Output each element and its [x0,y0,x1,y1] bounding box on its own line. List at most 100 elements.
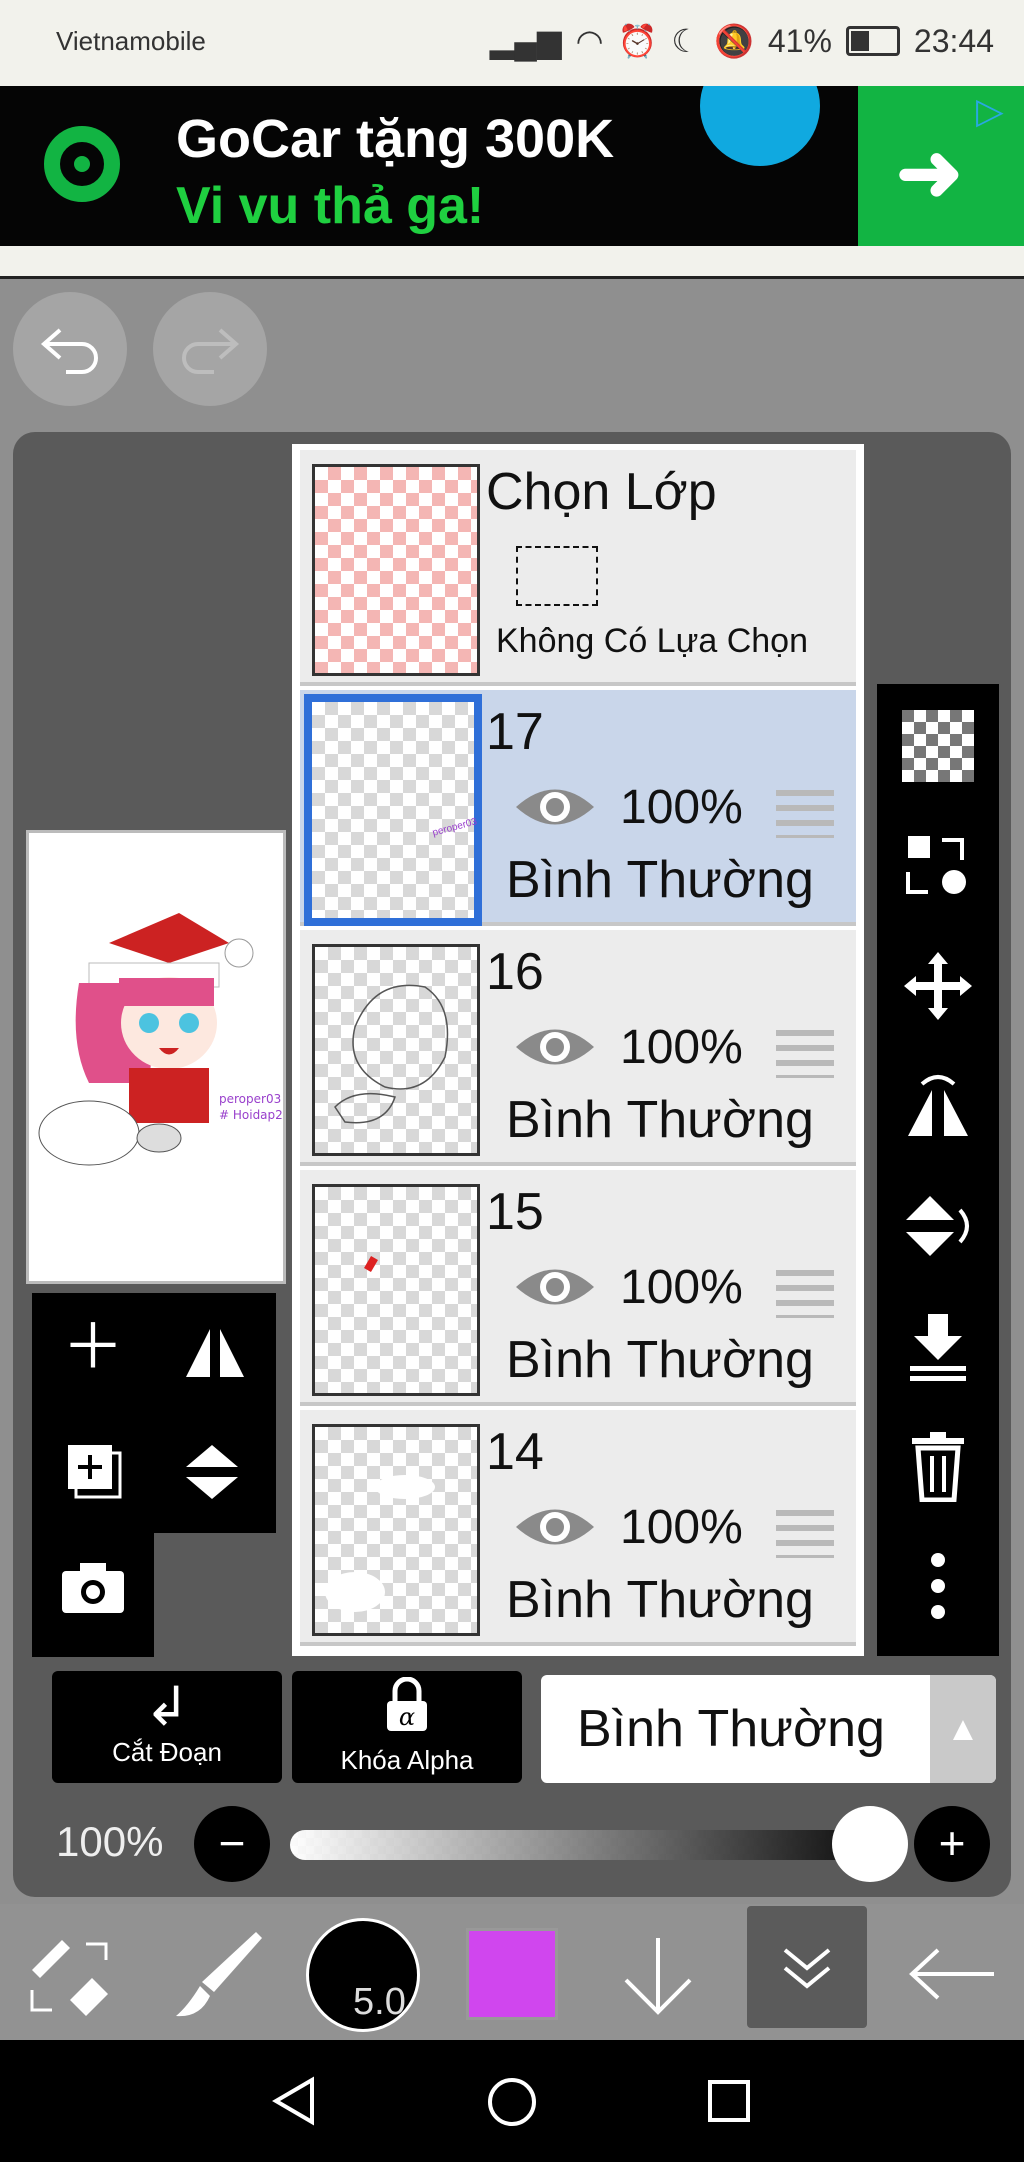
nav-back-icon[interactable] [270,2076,320,2126]
layer-thumbnail [312,1424,480,1636]
triangle-up-icon[interactable]: ▲ [930,1675,996,1783]
ad-banner[interactable]: GoCar tặng 300K Vi vu thả ga! ➜ ▷ [0,86,1024,246]
flip-horizontal-button[interactable] [180,1321,250,1392]
selection-layer-thumbnail [312,464,480,676]
layer-thumbnail [312,1184,480,1396]
selection-layer[interactable]: Chọn Lớp Không Có Lựa Chọn [300,450,856,686]
delete-layer-button[interactable] [899,1430,977,1508]
visibility-eye-icon[interactable] [514,780,596,834]
clipping-arrow-icon: ↲ [144,1677,190,1737]
drag-handle-icon[interactable] [776,1510,834,1558]
merge-down-button[interactable] [899,1310,977,1388]
back-button[interactable] [906,1946,998,2007]
selection-status: Không Có Lựa Chọn [496,622,808,660]
alpha-lock-label: Khóa Alpha [340,1745,474,1775]
brush-size-value: 5.0 [353,1981,406,2023]
brush-icon [176,1932,262,2017]
camera-button[interactable] [60,1559,126,1626]
layer-row[interactable]: peroper03 17 100% Bình Thường [300,690,856,926]
move-arrows-icon [904,952,972,1020]
layer-thumbnail [312,944,480,1156]
svg-text:peroper03: peroper03 [219,1092,281,1106]
visibility-eye-icon[interactable] [514,1020,596,1074]
layer-name: 14 [486,1423,544,1481]
opacity-slider-thumb[interactable] [832,1806,908,1882]
layer-thumbnail: peroper03 [304,694,482,926]
battery-percent: 41% [767,22,832,59]
flip-vertical-icon [186,1445,238,1499]
visibility-eye-icon[interactable] [514,1500,596,1554]
arrow-left-icon [909,1948,994,2000]
opacity-decrease-button[interactable]: − [194,1806,270,1882]
brush-eraser-switch-icon [30,1940,108,2016]
brush-size-button[interactable]: 5.0 [306,1918,420,2032]
color-swatch-button[interactable] [466,1928,558,2020]
chevron-double-down-icon [783,1948,831,1989]
opacity-increase-button[interactable]: + [914,1806,990,1882]
redo-button[interactable] [153,292,267,406]
layer-blend-mode: Bình Thường [506,1091,814,1149]
layer-row[interactable]: 16 100% Bình Thường [300,930,856,1166]
brush-tool-button[interactable] [170,1926,266,2027]
moon-icon: ☾ [671,23,701,59]
flip-vertical-button[interactable] [180,1439,244,1514]
nav-home-icon[interactable] [486,2076,538,2128]
undo-icon [40,328,98,374]
layer-row[interactable]: 14 100% Bình Thường [300,1410,856,1646]
signal-icon: ▂▄▆ [489,23,562,59]
layer-list[interactable]: Chọn Lớp Không Có Lựa Chọn peroper03 17 … [292,444,864,1656]
flip-horizontal-icon [908,1075,968,1136]
merge-down-icon [910,1314,966,1381]
adchoices-icon[interactable]: ▷ [976,90,1004,132]
right-layer-tools [877,684,999,1656]
clipping-button[interactable]: ↲ Cắt Đoạn [52,1671,282,1783]
add-layer-button[interactable]: ＋ [62,1317,124,1379]
opacity-slider[interactable] [290,1830,900,1860]
layer-opacity: 100% [620,781,743,834]
blend-mode-value: Bình Thường [577,1700,885,1758]
flip-layer-horizontal-button[interactable] [899,1070,977,1148]
layer-name: 17 [486,703,544,761]
layer-swap-button[interactable] [899,830,977,908]
clipping-label: Cắt Đoạn [112,1737,222,1767]
layers-button[interactable] [747,1906,867,2028]
visibility-eye-icon[interactable] [514,1260,596,1314]
tool-switch-button[interactable] [26,1930,116,2025]
ad-divider [0,246,1024,279]
more-options-button[interactable] [899,1550,977,1628]
checkerboard-icon [902,710,974,782]
ad-subline: Vi vu thả ga! [176,177,485,235]
duplicate-layer-icon [68,1445,122,1499]
alpha-lock-button[interactable]: α Khóa Alpha [292,1671,522,1783]
carrier-name: Vietnamobile [56,26,206,56]
undo-button[interactable] [13,292,127,406]
layer-name: 15 [486,1183,544,1241]
more-vertical-icon [931,1553,945,1619]
ad-decoration [700,86,820,166]
blend-mode-dropdown[interactable]: Bình Thường ▲ [541,1675,996,1783]
transparency-button[interactable] [899,710,977,788]
drag-handle-icon[interactable] [776,790,834,838]
nav-recents-icon[interactable] [706,2078,752,2124]
flip-vertical-icon [906,1196,969,1256]
layer-row[interactable]: 15 100% Bình Thường [300,1170,856,1406]
layer-name: 16 [486,943,544,1001]
drag-handle-icon[interactable] [776,1270,834,1318]
lock-icon: α [292,1676,522,1745]
wifi-icon: ◠ [575,23,604,59]
svg-text:# Hoidap247: # Hoidap247 [219,1108,283,1122]
drag-handle-icon[interactable] [776,1030,834,1078]
clock: 23:44 [913,22,994,59]
canvas-preview[interactable]: peroper03 # Hoidap247 [26,830,298,1284]
duplicate-layer-button[interactable] [62,1439,126,1514]
move-button[interactable] [899,950,977,1028]
selection-marquee-icon [516,546,598,606]
flip-layer-vertical-button[interactable] [899,1190,977,1268]
move-down-button[interactable] [620,1934,696,2023]
svg-text:α: α [399,1703,415,1731]
status-bar: Vietnamobile ▂▄▆ ◠ ⏰ ☾ 🔕 41% 23:44 [0,0,1024,86]
arrow-right-icon: ➜ [896,128,964,217]
layer-blend-mode: Bình Thường [506,851,814,909]
layer-opacity: 100% [620,1021,743,1074]
artwork-thumbnail: peroper03 # Hoidap247 [38,913,298,1166]
